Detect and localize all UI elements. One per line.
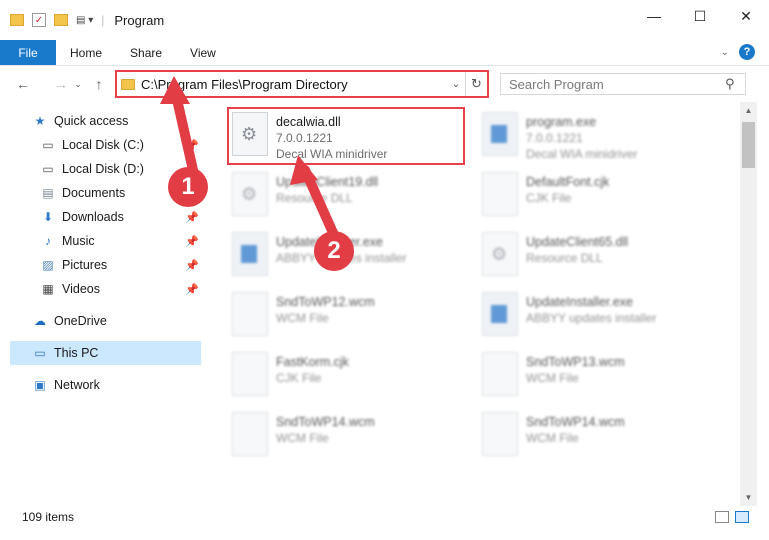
callout-2: 2 (314, 231, 354, 271)
annotation-arrows (160, 76, 339, 240)
arrow-1-head (160, 76, 190, 104)
arrow-1-line (171, 90, 198, 175)
arrow-2-head (290, 155, 318, 185)
callout-1: 1 (168, 167, 208, 207)
